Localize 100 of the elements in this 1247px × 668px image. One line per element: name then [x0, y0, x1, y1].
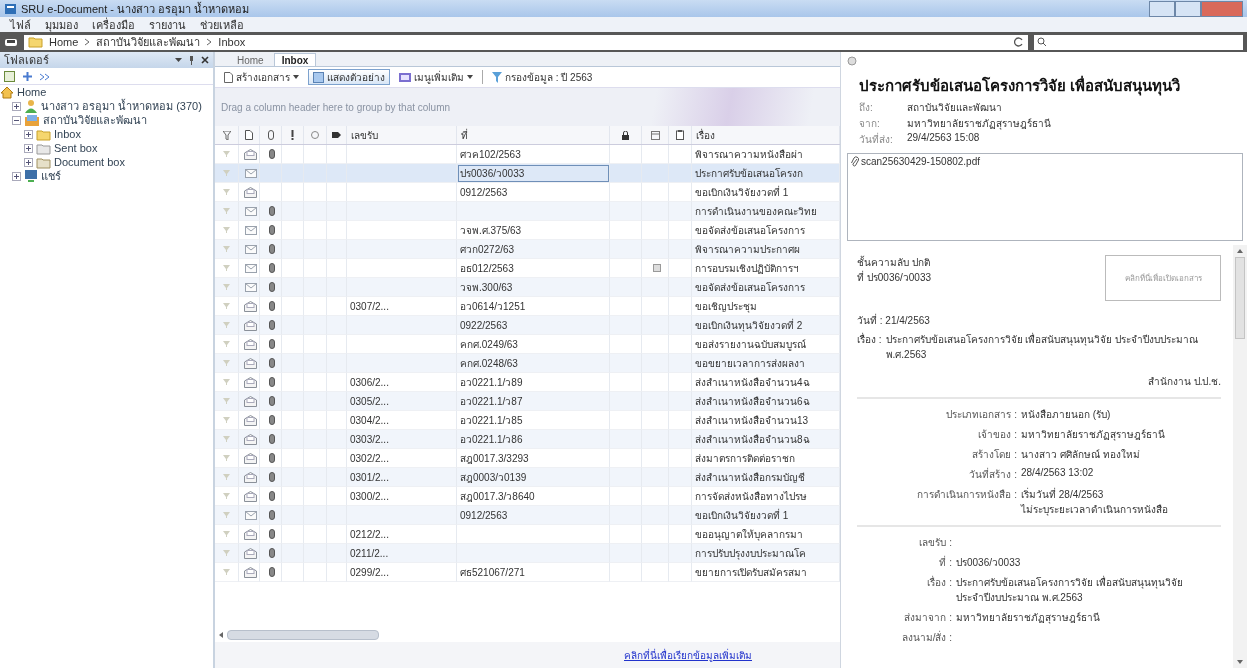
field-label: การดำเนินการหนังสือ :: [916, 488, 1017, 502]
more-link[interactable]: คลิกที่นี่เพื่อเรียกข้อมูลเพิ่มเติม: [624, 647, 752, 663]
table-row[interactable]: วจพ.ศ.375/63 ขอจัดส่งข้อเสนอโครงการ: [215, 221, 840, 240]
paperclip-icon: [267, 130, 274, 140]
toolbar-button[interactable]: เมนูเพิ่มเติม: [394, 69, 478, 85]
toolbar-button[interactable]: กรองข้อมูล : ปี 2563: [487, 69, 598, 85]
field-label: ประเภทเอกสาร :: [945, 408, 1017, 422]
menu-item[interactable]: มุมมอง: [45, 15, 78, 34]
tree-item[interactable]: Inbox: [54, 128, 81, 140]
attachment-link[interactable]: scan25630429-150802.pdf: [861, 156, 980, 167]
table-row[interactable]: 0306/2... อว0221.1/ว89 ส่งสำเนาหนังสือจำนวน4ฉ: [215, 373, 840, 392]
table-row[interactable]: 0300/2... สฎ0017.3/ว8640 การจัดส่งหนังสือทางไปรษ: [215, 487, 840, 506]
tab[interactable]: Home: [229, 53, 272, 66]
breadcrumb-item[interactable]: Inbox: [218, 36, 246, 48]
tab[interactable]: Inbox: [273, 53, 317, 66]
field-value: เริ่มวันที่ 28/4/2563 ไม่ระบุระยะเวลาดำเนินการหนังสือ: [1021, 487, 1169, 517]
filter-icon: [223, 512, 230, 518]
table-row[interactable]: ปร0036/ว0033 ประกาศรับข้อเสนอโครงก: [215, 164, 840, 183]
field-label: วันที่ส่ง:: [859, 132, 894, 147]
field-label: เรื่อง :: [857, 332, 882, 347]
table-cell: 0304/2...: [350, 414, 389, 426]
table-row[interactable]: 0307/2... อว0614/ว1251 ขอเชิญประชุม: [215, 297, 840, 316]
table-cell-text: อธ012/2563: [460, 261, 514, 276]
menu-item[interactable]: เครื่องมือ: [92, 15, 135, 34]
panel-title: โฟลเดอร์: [4, 53, 50, 68]
table-row[interactable]: 0912/2563 ขอเบิกเงินวิจัยงวดที่ 1: [215, 506, 840, 525]
tree-item[interactable]: Sent box: [54, 142, 98, 154]
menu-item[interactable]: รายงาน: [149, 15, 186, 34]
filter-icon: [223, 493, 230, 499]
group-hint: Drag a column header here to group by that column: [221, 101, 451, 113]
collapse-icon: [40, 71, 49, 81]
table-row[interactable]: ศวค102/2563 พิจารณาความหนังสือผ่า: [215, 145, 840, 164]
table-row[interactable]: 0304/2... อว0221.1/ว85 ส่งสำเนาหนังสือจำนวน13: [215, 411, 840, 430]
table-row[interactable]: 0305/2... อว0221.1/ว87 ส่งสำเนาหนังสือจำนวน6ฉ: [215, 392, 840, 411]
tree-item[interactable]: นางสาว อรอุมา น้ำหาดหอม (370): [41, 97, 202, 115]
table-cell: 0300/2...: [350, 490, 389, 502]
table-row[interactable]: 0912/2563 ขอเบิกเงินวิจัยงวดที่ 1: [215, 183, 840, 202]
menu-item[interactable]: ช่วยเหลือ: [200, 15, 244, 34]
scrollbar-thumb[interactable]: [227, 630, 379, 640]
table-cell-text: ขอเชิญประชุม: [695, 299, 757, 314]
table-row[interactable]: ศวก0272/63 พิจารณาความประกาศผ: [215, 240, 840, 259]
table-cell-text: ปร0036/ว0033: [460, 166, 525, 181]
filter-icon: [223, 398, 230, 404]
table-row[interactable]: 0303/2... อว0221.1/ว86 ส่งสำเนาหนังสือจำนวน8ฉ: [215, 430, 840, 449]
filter-icon: [223, 303, 230, 309]
toolbar-button[interactable]: แสดงตัวอย่าง: [308, 69, 390, 85]
filter-icon: [223, 474, 230, 480]
message-title: ประกาศรับข้อเสนอโครงการวิจัย เพื่อสนับสนุนทุนวิ: [859, 74, 1182, 98]
house-icon: [0, 85, 14, 99]
clipboard-icon: [676, 130, 684, 140]
maximize-button[interactable]: [1175, 0, 1201, 17]
table-row[interactable]: 0922/2563 ขอเบิกเงินทุนวิจัยงวดที่ 2: [215, 316, 840, 335]
breadcrumb-item[interactable]: Home: [49, 36, 79, 48]
menu-item[interactable]: ไฟล์: [10, 15, 31, 34]
tree-item[interactable]: Home: [17, 86, 47, 98]
table-cell-text: วจพ.ศ.375/63: [460, 223, 522, 238]
table-row[interactable]: คกศ.0249/63 ขอส่งรายงานฉบับสมบูรณ์: [215, 335, 840, 354]
table-row[interactable]: 0211/2... การปรับปรุงงบประมาณโค: [215, 544, 840, 563]
table-cell: ขอเบิกเงินทุนวิจัยงวดที่ 2: [695, 317, 803, 333]
app-icon: [4, 2, 17, 15]
table-row[interactable]: 0301/2... สฎ0003/ว0139 ส่งสำเนาหนังสือกรมบัญชี: [215, 468, 840, 487]
search-field[interactable]: [1034, 34, 1243, 50]
caret-icon: [467, 75, 473, 79]
table-cell-text: สฎ0017.3/ว8640: [460, 489, 535, 504]
table-row[interactable]: วจพ.300/63 ขอจัดส่งข้อเสนอโครงการ: [215, 278, 840, 297]
person-icon: [24, 99, 38, 113]
column-header[interactable]: เลขรับ: [351, 127, 378, 143]
column-header[interactable]: เรื่อง: [696, 127, 715, 143]
table-row[interactable]: 0212/2... ขออนุญาตให้บุคลากรมา: [215, 525, 840, 544]
tree-item[interactable]: แชร์: [41, 167, 61, 185]
exclamation-icon: [291, 130, 294, 140]
minimize-button[interactable]: [1149, 0, 1175, 17]
toolbar-button[interactable]: สร้างเอกสาร: [219, 69, 304, 85]
breadcrumb-item[interactable]: สถาบันวิจัยและพัฒนา: [96, 33, 201, 51]
table-cell: 0912/2563: [460, 509, 508, 521]
filter-icon: [223, 455, 230, 461]
table-cell-text: สฎ0003/ว0139: [460, 470, 527, 485]
chevron-icon: [206, 38, 213, 46]
table-cell: 0303/2...: [350, 433, 389, 445]
tree-item[interactable]: Document box: [54, 156, 125, 168]
table-cell-text: ส่งสำเนาหนังสือจำนวน13: [695, 413, 809, 428]
table-row[interactable]: 0302/2... สฎ0017.3/3293 ส่งมาตรการติดต่อราชก: [215, 449, 840, 468]
table-cell: 0211/2...: [350, 547, 389, 559]
field-value: มหาวิทยาลัยราชภัฏสุราษฎร์ธานี: [956, 611, 1101, 625]
table-row[interactable]: 0299/2... ศธ521067/271 ขยายการเปิดรับสมัครสมา: [215, 563, 840, 582]
close-button[interactable]: [1201, 0, 1243, 17]
table-row[interactable]: อธ012/2563 การอบรมเชิงปฏิบัติการฯ: [215, 259, 840, 278]
filter-icon: [223, 227, 230, 233]
filter-icon: [223, 151, 230, 157]
document-date: วันที่ : 21/4/2563: [857, 313, 931, 328]
table-row[interactable]: คกศ.0248/63 ขอขยายเวลาการส่งผลงา: [215, 354, 840, 373]
field-value: 28/4/2563 13:02: [1021, 467, 1095, 480]
table-cell: 0212/2...: [350, 528, 389, 540]
table-row[interactable]: การดำเนินงานของคณะวิทย: [215, 202, 840, 221]
table-cell-text: การปรับปรุงงบประมาณโค: [695, 546, 806, 561]
chevron-icon: [84, 38, 91, 46]
table-cell: 0306/2...: [350, 376, 389, 388]
scrollbar-thumb[interactable]: [1235, 257, 1245, 339]
filter-icon: [223, 322, 230, 328]
column-header[interactable]: ที่: [461, 127, 468, 143]
